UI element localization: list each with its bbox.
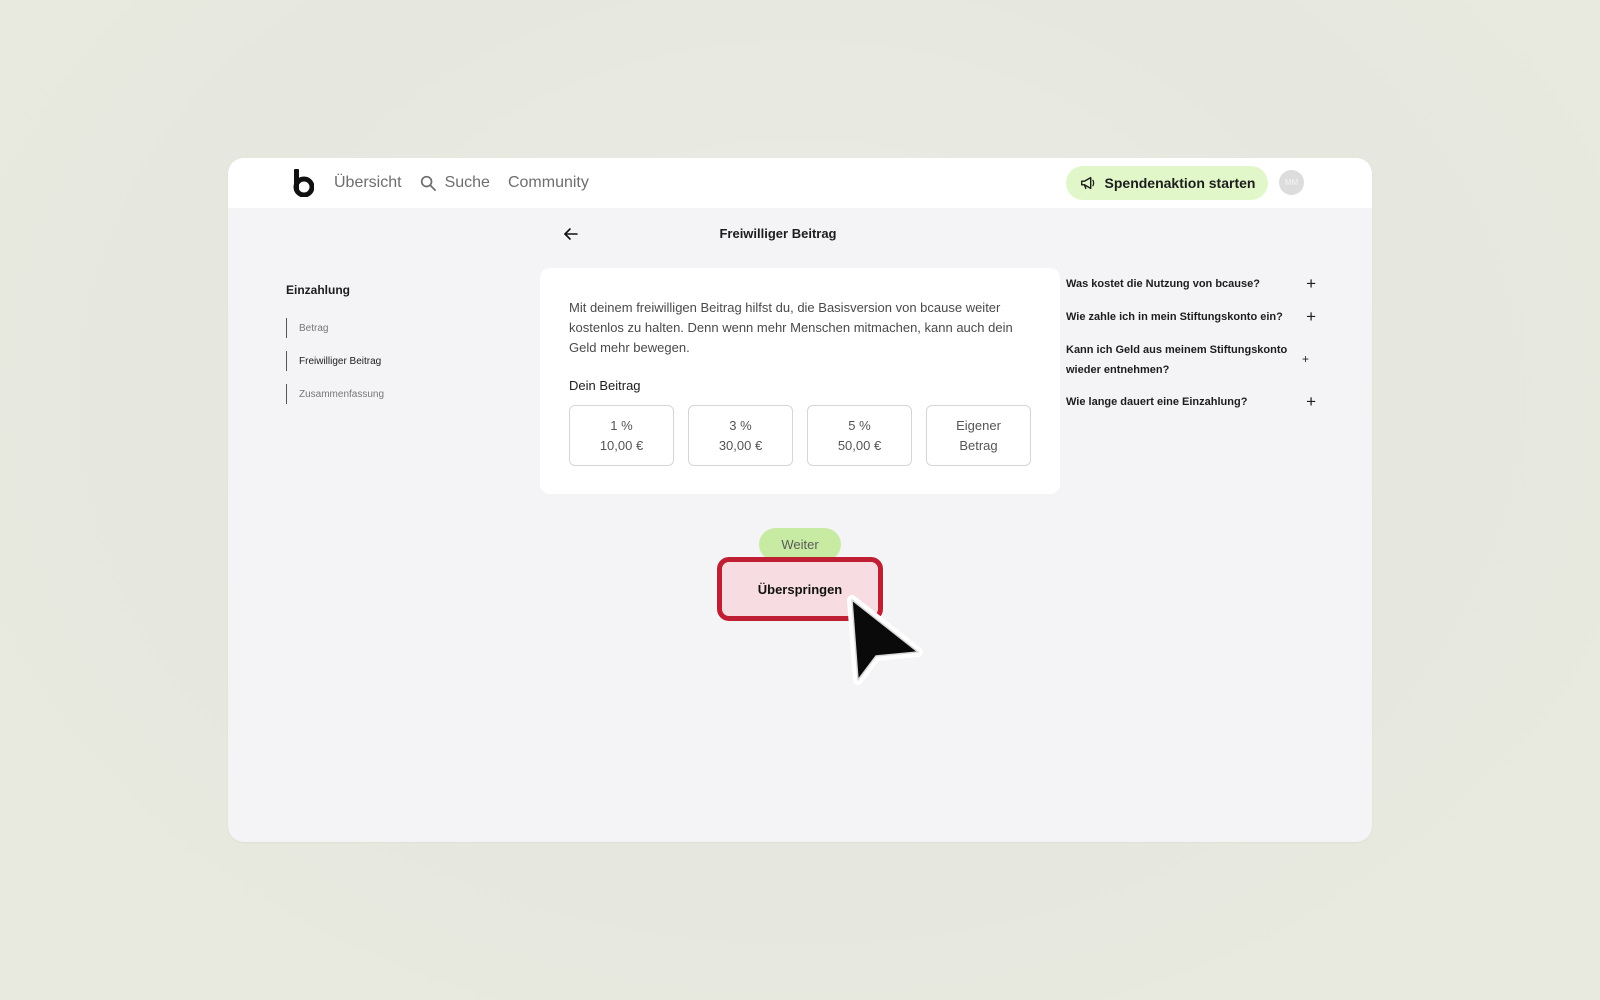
faq-item[interactable]: Wie zahle ich in mein Stiftungskonto ein… [1066,307,1316,327]
nav-item-label: Community [507,174,589,191]
option-amount: 30,00 € [718,437,763,453]
option-5-percent[interactable]: 5 % 50,00 € [807,405,912,466]
nav-item-community[interactable]: Community [508,174,589,192]
plus-icon: + [1306,392,1316,411]
faq-question: Wie lange dauert eine Einzahlung? [1066,396,1248,408]
steps-title: Einzahlung [286,283,350,297]
mouse-pointer-icon [847,595,923,685]
contribution-options: 1 % 10,00 € 3 % 30,00 € 5 % 50,00 € Eige… [569,405,1031,466]
nav-item-search[interactable]: Suche [420,174,490,192]
option-amount: 10,00 € [599,437,644,453]
contribution-card: Mit deinem freiwilligen Beitrag hilfst d… [540,268,1060,494]
option-label: Eigener [956,417,1001,433]
plus-icon: + [1306,274,1316,293]
top-nav-bar: Übersicht Suche Community Spendenaktion … [228,158,1372,208]
contribution-label: Dein Beitrag [569,378,641,393]
nav-item-label: Übersicht [334,174,402,191]
plus-icon: + [1306,307,1316,326]
faq-item[interactable]: Was kostet die Nutzung von bcause? + [1066,274,1316,294]
faq-question: Wie zahle ich in mein Stiftungskonto ein… [1066,311,1283,323]
option-amount: 50,00 € [837,437,882,453]
nav-item-overview[interactable]: Übersicht [334,174,402,192]
option-percent: 3 % [729,417,752,433]
step-label: Freiwilliger Beitrag [299,355,382,367]
app-window: Übersicht Suche Community Spendenaktion … [228,158,1372,842]
faq-item[interactable]: Wie lange dauert eine Einzahlung? + [1066,392,1316,412]
plus-icon: + [1301,352,1309,366]
faq-question: Kann ich Geld aus meinem Stiftungskonto … [1066,344,1288,376]
faq-item[interactable]: Kann ich Geld aus meinem Stiftungskonto … [1066,340,1309,380]
step-freiwilliger-beitrag[interactable]: Freiwilliger Beitrag [286,351,381,371]
option-percent: 1 % [610,417,633,433]
step-label: Betrag [299,322,329,334]
option-percent: 5 % [848,417,871,433]
option-1-percent[interactable]: 1 % 10,00 € [569,405,674,466]
option-label: Betrag [959,437,998,453]
option-3-percent[interactable]: 3 % 30,00 € [688,405,793,466]
faq-question: Was kostet die Nutzung von bcause? [1066,278,1260,290]
bcause-logo[interactable] [292,169,314,197]
back-arrow-icon[interactable] [562,225,580,243]
step-betrag[interactable]: Betrag [286,318,328,338]
step-zusammenfassung[interactable]: Zusammenfassung [286,384,384,404]
page-title: Freiwilliger Beitrag [719,226,837,241]
megaphone-icon [1080,176,1094,190]
nav-item-label: Suche [444,174,490,191]
step-label: Zusammenfassung [299,388,385,400]
start-fundraiser-button[interactable]: Spendenaktion starten [1066,166,1268,200]
option-custom-amount[interactable]: Eigener Betrag [926,405,1031,466]
avatar-initials: MM [1284,178,1299,187]
main-nav: Übersicht Suche Community [334,158,589,208]
contribution-description: Mit deinem freiwilligen Beitrag hilfst d… [569,300,1013,355]
search-icon [420,175,436,191]
avatar[interactable]: MM [1279,170,1304,195]
start-fundraiser-label: Spendenaktion starten [1104,175,1256,191]
